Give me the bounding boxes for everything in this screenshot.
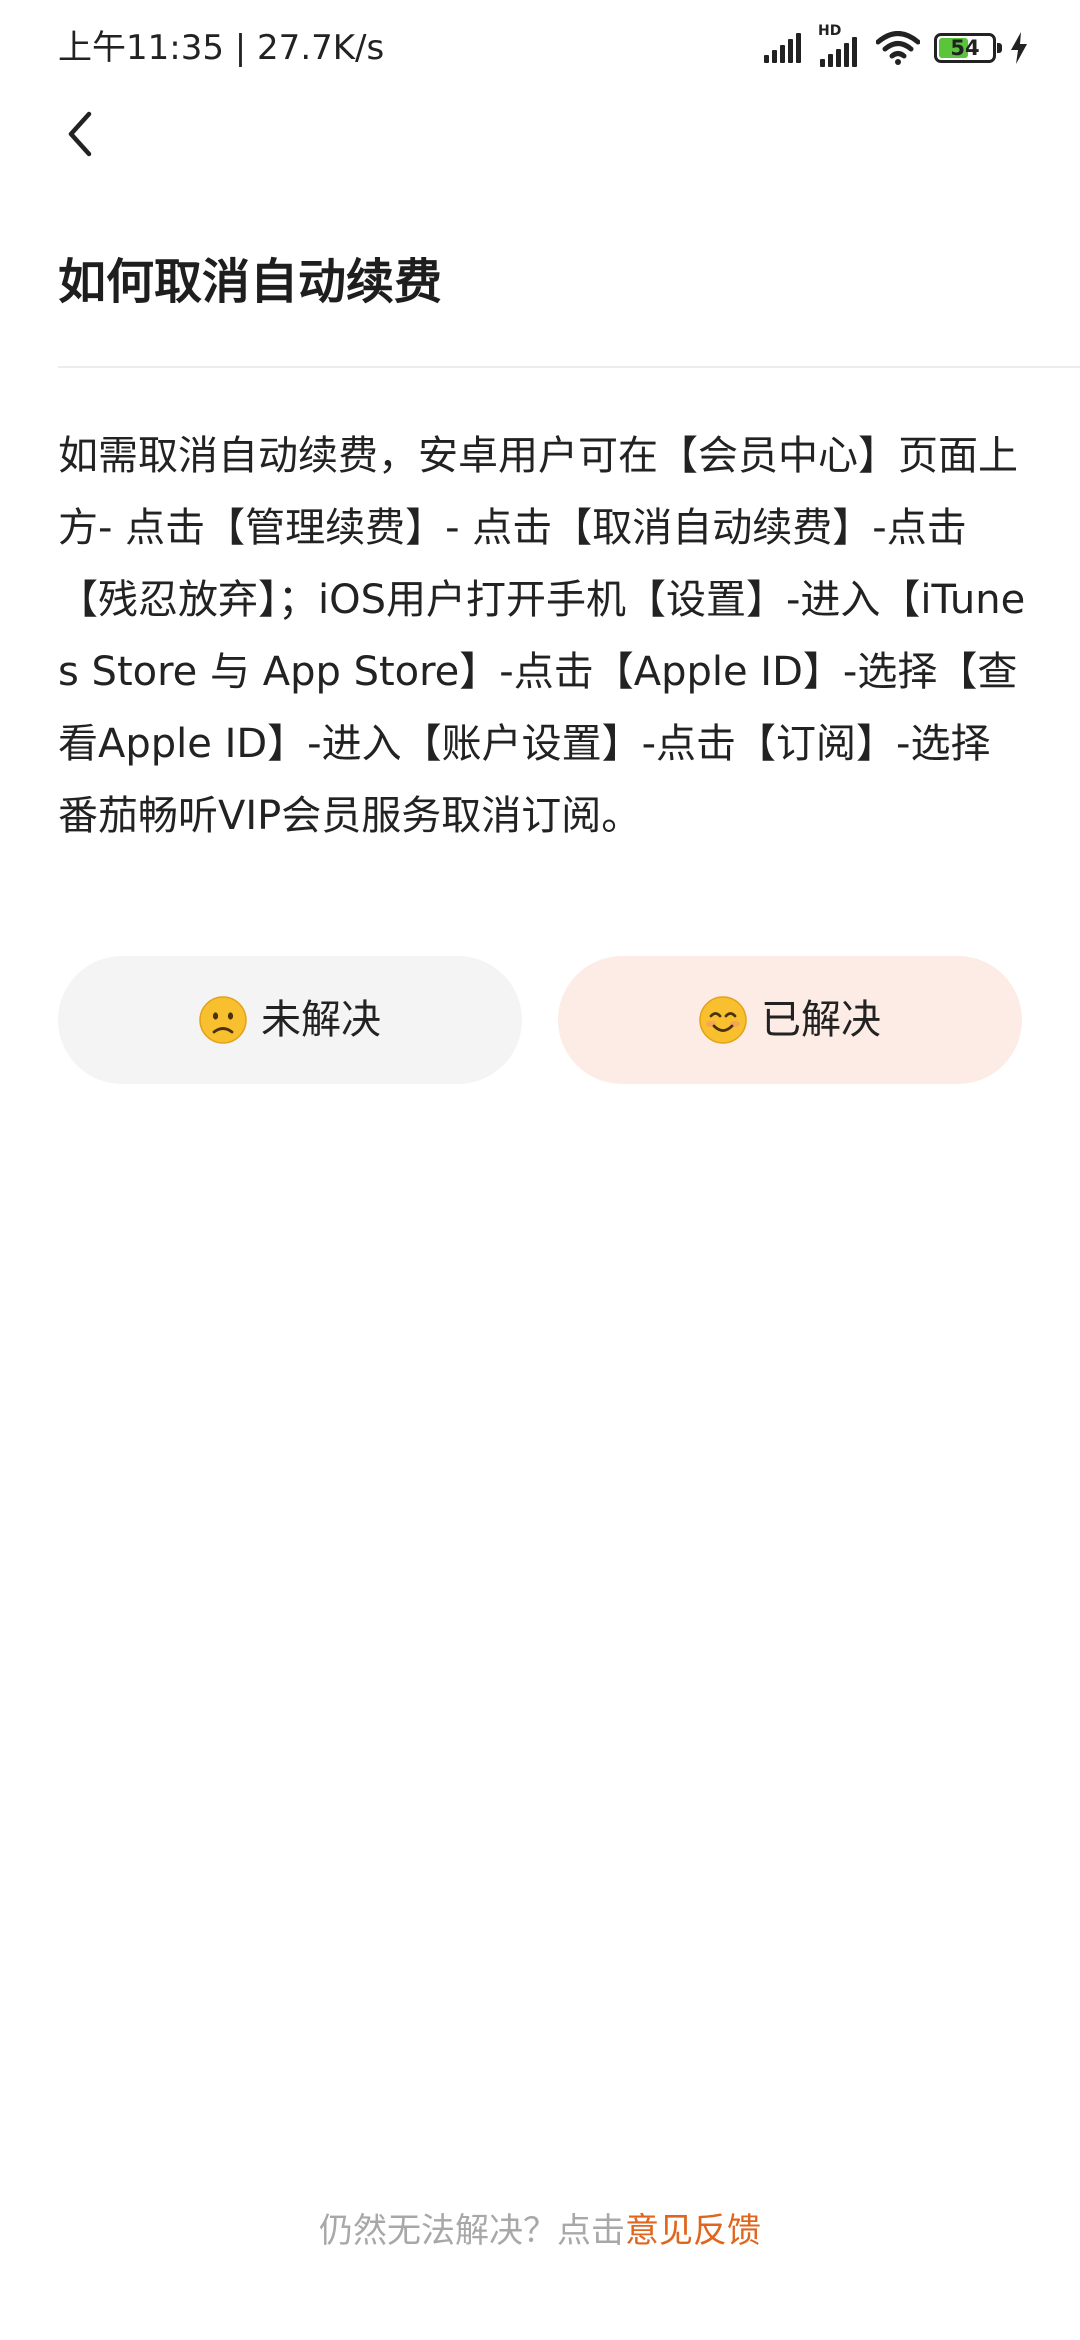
feedback-row: 未解决 已解决 xyxy=(58,956,1022,1084)
smile-emoji-icon xyxy=(699,996,747,1044)
feedback-link[interactable]: 意见反馈 xyxy=(625,2211,761,2251)
footer-prompt-text: 仍然无法解决？点击 xyxy=(319,2211,625,2251)
help-article-page: 上午11:35 | 27.7K/s HD 54 如何取消自动续费 如需取消自动续… xyxy=(0,0,1080,2340)
status-icons: HD 54 xyxy=(764,22,1028,74)
battery-icon: 54 xyxy=(934,33,1002,63)
charging-icon xyxy=(1010,32,1028,64)
back-button[interactable] xyxy=(50,100,110,172)
signal-icon xyxy=(764,33,804,63)
status-time-speed: 上午11:35 | 27.7K/s xyxy=(58,28,385,68)
divider xyxy=(58,366,1080,368)
status-bar: 上午11:35 | 27.7K/s HD 54 xyxy=(0,0,1080,96)
resolved-button[interactable]: 已解决 xyxy=(558,956,1022,1084)
chevron-left-icon xyxy=(65,110,95,162)
footer-feedback-prompt: 仍然无法解决？点击意见反馈 xyxy=(0,2206,1080,2256)
article-body: 如需取消自动续费，安卓用户可在【会员中心】页面上方- 点击【管理续费】- 点击【… xyxy=(58,433,1026,839)
page-title: 如何取消自动续费 xyxy=(58,254,443,310)
hd-signal-icon: HD xyxy=(818,23,862,67)
frown-emoji-icon xyxy=(199,996,247,1044)
unresolved-button[interactable]: 未解决 xyxy=(58,956,522,1084)
hd-badge: HD xyxy=(818,23,842,39)
wifi-icon xyxy=(876,31,920,65)
battery-level: 54 xyxy=(950,36,980,60)
resolved-label: 已解决 xyxy=(761,997,881,1043)
unresolved-label: 未解决 xyxy=(261,997,381,1043)
